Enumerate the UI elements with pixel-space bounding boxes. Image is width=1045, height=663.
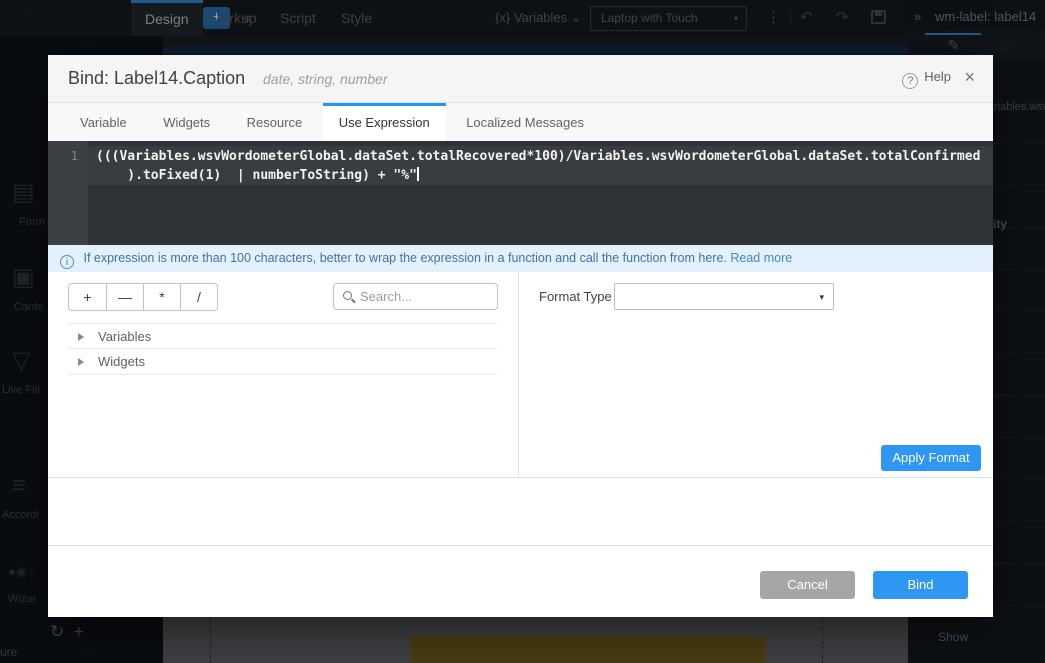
tree-item-widgets[interactable]: Widgets — [68, 349, 497, 375]
help-label: Help — [924, 69, 951, 84]
show-label: Show — [938, 630, 968, 644]
code-row: (((Variables.wsvWordometerGlobal.dataSet… — [96, 147, 986, 166]
tab-script[interactable]: Script — [266, 0, 330, 36]
tab-resource[interactable]: Resource — [231, 104, 319, 142]
selected-element-bar — [110, 47, 940, 54]
code-row: ).toFixed(1) | numberToString) + "%" — [96, 166, 986, 185]
canvas-top-strip — [48, 36, 908, 55]
live-filter-icon: ▽ — [12, 349, 30, 373]
operator-multiply-button[interactable]: * — [143, 284, 180, 310]
dialog-subtitle: date, string, number — [263, 71, 388, 87]
more-menu-icon[interactable]: ⋮ — [766, 8, 781, 26]
operator-plus-button[interactable]: + — [69, 284, 106, 310]
variables-dropdown-label: Variables — [514, 10, 567, 25]
expression-editor[interactable]: 1 (((Variables.wsvWordometerGlobal.dataS… — [48, 141, 993, 245]
line-number: 1 — [48, 149, 78, 163]
device-preview-select[interactable]: Laptop with Touch ▾ — [590, 6, 747, 31]
code-row-text: ).toFixed(1) | numberToString) + "%" — [96, 168, 417, 183]
search-input[interactable] — [360, 284, 494, 309]
format-type-label: Format Type — [539, 289, 612, 304]
tab-markup[interactable]: Markup — [196, 0, 271, 36]
format-pane: Format Type ▾ Apply Format — [518, 272, 993, 478]
dialog-header: Bind: Label14.Caption date, string, numb… — [48, 55, 993, 103]
undo-icon[interactable]: ↶ — [800, 8, 813, 26]
dialog-title: Bind: Label14.Caption — [68, 68, 245, 89]
operator-minus-button[interactable]: — — [106, 284, 143, 310]
chevron-down-icon: ⌄ — [571, 10, 582, 25]
palette-item-label: Live Filt — [2, 384, 40, 396]
search-box — [333, 283, 498, 310]
tab-use-expression[interactable]: Use Expression — [323, 103, 446, 141]
dialog-body: + — * / Variables Widgets — [48, 272, 993, 478]
dropdown-arrow-icon: ▾ — [819, 292, 824, 303]
close-icon[interactable]: × — [964, 67, 975, 88]
form-icon: ▤ — [12, 181, 35, 205]
help-icon: ? — [902, 73, 918, 89]
refresh-icon[interactable]: ↻ — [50, 622, 64, 642]
selected-widget-title: wm-label: label14 — [935, 9, 1036, 24]
apply-format-button[interactable]: Apply Format — [881, 445, 981, 471]
wizard-icon: ●◉○ — [8, 560, 35, 584]
redo-icon[interactable]: ↷ — [836, 8, 849, 26]
property-label-fragment: ity — [993, 217, 1007, 231]
palette-icon[interactable]: ◌ — [1001, 37, 1009, 53]
save-icon[interactable] — [871, 10, 886, 24]
binding-tree: Variables Widgets — [68, 323, 497, 375]
tab-widgets[interactable]: Widgets — [147, 104, 226, 142]
expression-code[interactable]: (((Variables.wsvWordometerGlobal.dataSet… — [96, 147, 986, 185]
variables-dropdown[interactable]: {x} Variables ⌄ — [495, 10, 582, 26]
expand-right-icon[interactable]: » — [914, 9, 921, 24]
cancel-button[interactable]: Cancel — [760, 571, 855, 599]
info-banner-text: If expression is more than 100 character… — [83, 251, 726, 265]
bind-dialog: Bind: Label14.Caption date, string, numb… — [48, 55, 993, 617]
variables-braces-icon: {x} — [495, 10, 510, 25]
selected-widget-highlight — [410, 636, 766, 663]
info-icon: i — [60, 255, 74, 269]
info-banner: i If expression is more than 100 charact… — [48, 245, 993, 272]
format-type-select[interactable]: ▾ — [614, 283, 834, 310]
palette-item-label: Cards — [14, 301, 43, 313]
dialog-footer: Cancel Bind — [48, 545, 993, 617]
palette-item-label: Wizar — [8, 593, 36, 605]
active-tab-underline — [925, 33, 981, 35]
property-value-fragment: riables.wsv — [994, 101, 1045, 113]
cards-icon: ▣ — [12, 266, 35, 290]
operator-button-group: + — * / — [68, 283, 218, 311]
caret-right-icon — [78, 333, 84, 341]
top-toolbar: + « Design Markup Script Style {x} Varia… — [0, 0, 908, 36]
panel-bottom-text-fragment: ure — [0, 645, 17, 659]
text-cursor — [417, 167, 419, 181]
dropdown-arrow-icon: ▾ — [734, 7, 738, 30]
search-icon — [343, 291, 352, 300]
editor-gutter: 1 — [48, 141, 88, 245]
toolbar-divider — [790, 10, 791, 26]
palette-item-label: Accordi — [2, 509, 39, 521]
accordion-icon: ≡ — [12, 474, 26, 498]
dialog-tabbar: Variable Widgets Resource Use Expression… — [48, 103, 993, 141]
add-icon[interactable]: + — [74, 622, 84, 642]
palette-item-label: Form — [19, 216, 45, 228]
tree-item-label: Widgets — [98, 354, 145, 369]
bind-button[interactable]: Bind — [873, 571, 968, 599]
read-more-link[interactable]: Read more — [730, 251, 792, 265]
tree-item-label: Variables — [98, 329, 151, 344]
expression-helpers-pane: + — * / Variables Widgets — [48, 272, 518, 478]
help-link[interactable]: ? Help — [902, 69, 951, 89]
device-select-value: Laptop with Touch — [601, 11, 698, 25]
tab-design[interactable]: Design — [131, 0, 203, 36]
tree-item-variables[interactable]: Variables — [68, 323, 497, 349]
operator-divide-button[interactable]: / — [180, 284, 217, 310]
tab-localized-messages[interactable]: Localized Messages — [450, 104, 600, 142]
tab-variable[interactable]: Variable — [64, 104, 143, 142]
pencil-icon[interactable]: ✎ — [948, 37, 960, 54]
caret-right-icon — [78, 358, 84, 366]
tab-style[interactable]: Style — [327, 0, 386, 36]
